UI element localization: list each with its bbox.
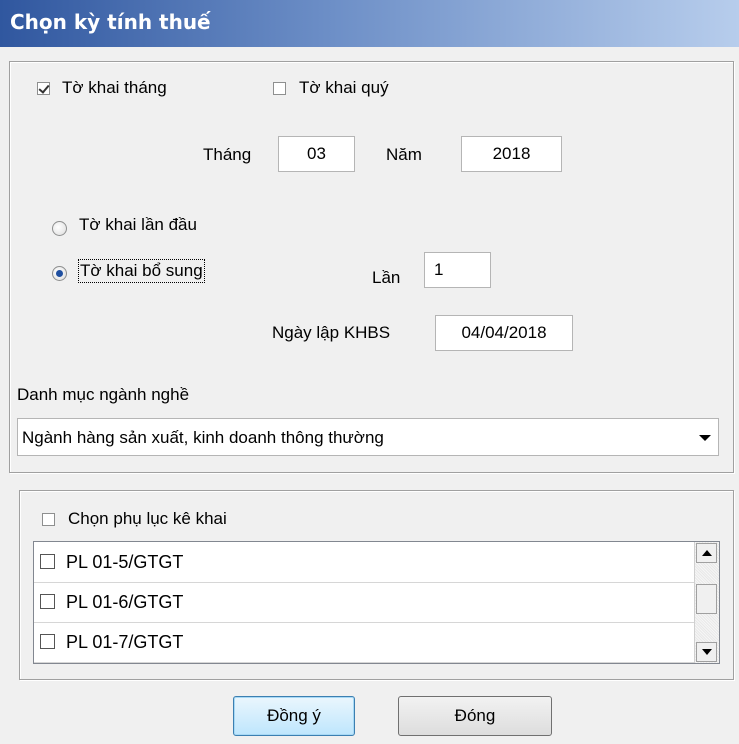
appendix-item-label: PL 01-6/GTGT xyxy=(66,592,184,612)
monthly-checkbox[interactable] xyxy=(37,82,50,95)
quarterly-label[interactable]: Tờ khai quý xyxy=(299,78,389,98)
chevron-down-icon[interactable] xyxy=(699,435,711,441)
times-label: Lần xyxy=(372,268,401,287)
first-declaration-radio[interactable] xyxy=(52,221,67,236)
supplementary-date-label: Ngày lập KHBS xyxy=(272,323,391,342)
quarterly-checkbox[interactable] xyxy=(273,82,286,95)
ok-button[interactable]: Đồng ý xyxy=(233,696,355,736)
list-item[interactable]: PL 01-5/GTGT xyxy=(34,542,695,583)
supplementary-declaration-radio[interactable] xyxy=(52,266,67,281)
year-input[interactable]: 2018 xyxy=(461,136,562,172)
supplementary-date-input[interactable]: 04/04/2018 xyxy=(435,315,573,351)
scroll-thumb[interactable] xyxy=(696,584,717,614)
close-button[interactable]: Đóng xyxy=(398,696,552,736)
first-declaration-label[interactable]: Tờ khai lần đầu xyxy=(79,215,197,235)
times-input[interactable]: 1 xyxy=(424,252,491,288)
scroll-down-icon[interactable] xyxy=(696,642,717,662)
appendix-list[interactable]: PL 01-5/GTGT PL 01-6/GTGT PL 01-7/GTGT xyxy=(33,541,720,664)
appendix-scrollbar[interactable] xyxy=(694,542,719,663)
appendix-item-checkbox[interactable] xyxy=(40,594,55,609)
appendix-item-checkbox[interactable] xyxy=(40,634,55,649)
month-label: Tháng xyxy=(203,145,252,164)
month-input[interactable]: 03 xyxy=(278,136,355,172)
window-title: Chọn kỳ tính thuế xyxy=(10,10,211,34)
industry-selected: Ngành hàng sản xuất, kinh doanh thông th… xyxy=(22,428,384,447)
list-item[interactable]: PL 01-6/GTGT xyxy=(34,582,695,623)
appendix-item-label: PL 01-5/GTGT xyxy=(66,552,184,572)
industry-label: Danh mục ngành nghề xyxy=(17,385,190,404)
appendix-item-label: PL 01-7/GTGT xyxy=(66,632,184,652)
monthly-label[interactable]: Tờ khai tháng xyxy=(62,78,167,98)
title-bar: Chọn kỳ tính thuế xyxy=(0,0,739,47)
supplementary-declaration-label[interactable]: Tờ khai bổ sung xyxy=(78,259,205,283)
scroll-up-icon[interactable] xyxy=(696,543,717,563)
year-label: Năm xyxy=(386,145,422,164)
appendix-item-checkbox[interactable] xyxy=(40,554,55,569)
select-appendix-checkbox[interactable] xyxy=(42,513,55,526)
industry-dropdown[interactable]: Ngành hàng sản xuất, kinh doanh thông th… xyxy=(17,418,719,456)
select-appendix-label[interactable]: Chọn phụ lục kê khai xyxy=(68,509,227,529)
list-item[interactable]: PL 01-7/GTGT xyxy=(34,622,695,663)
